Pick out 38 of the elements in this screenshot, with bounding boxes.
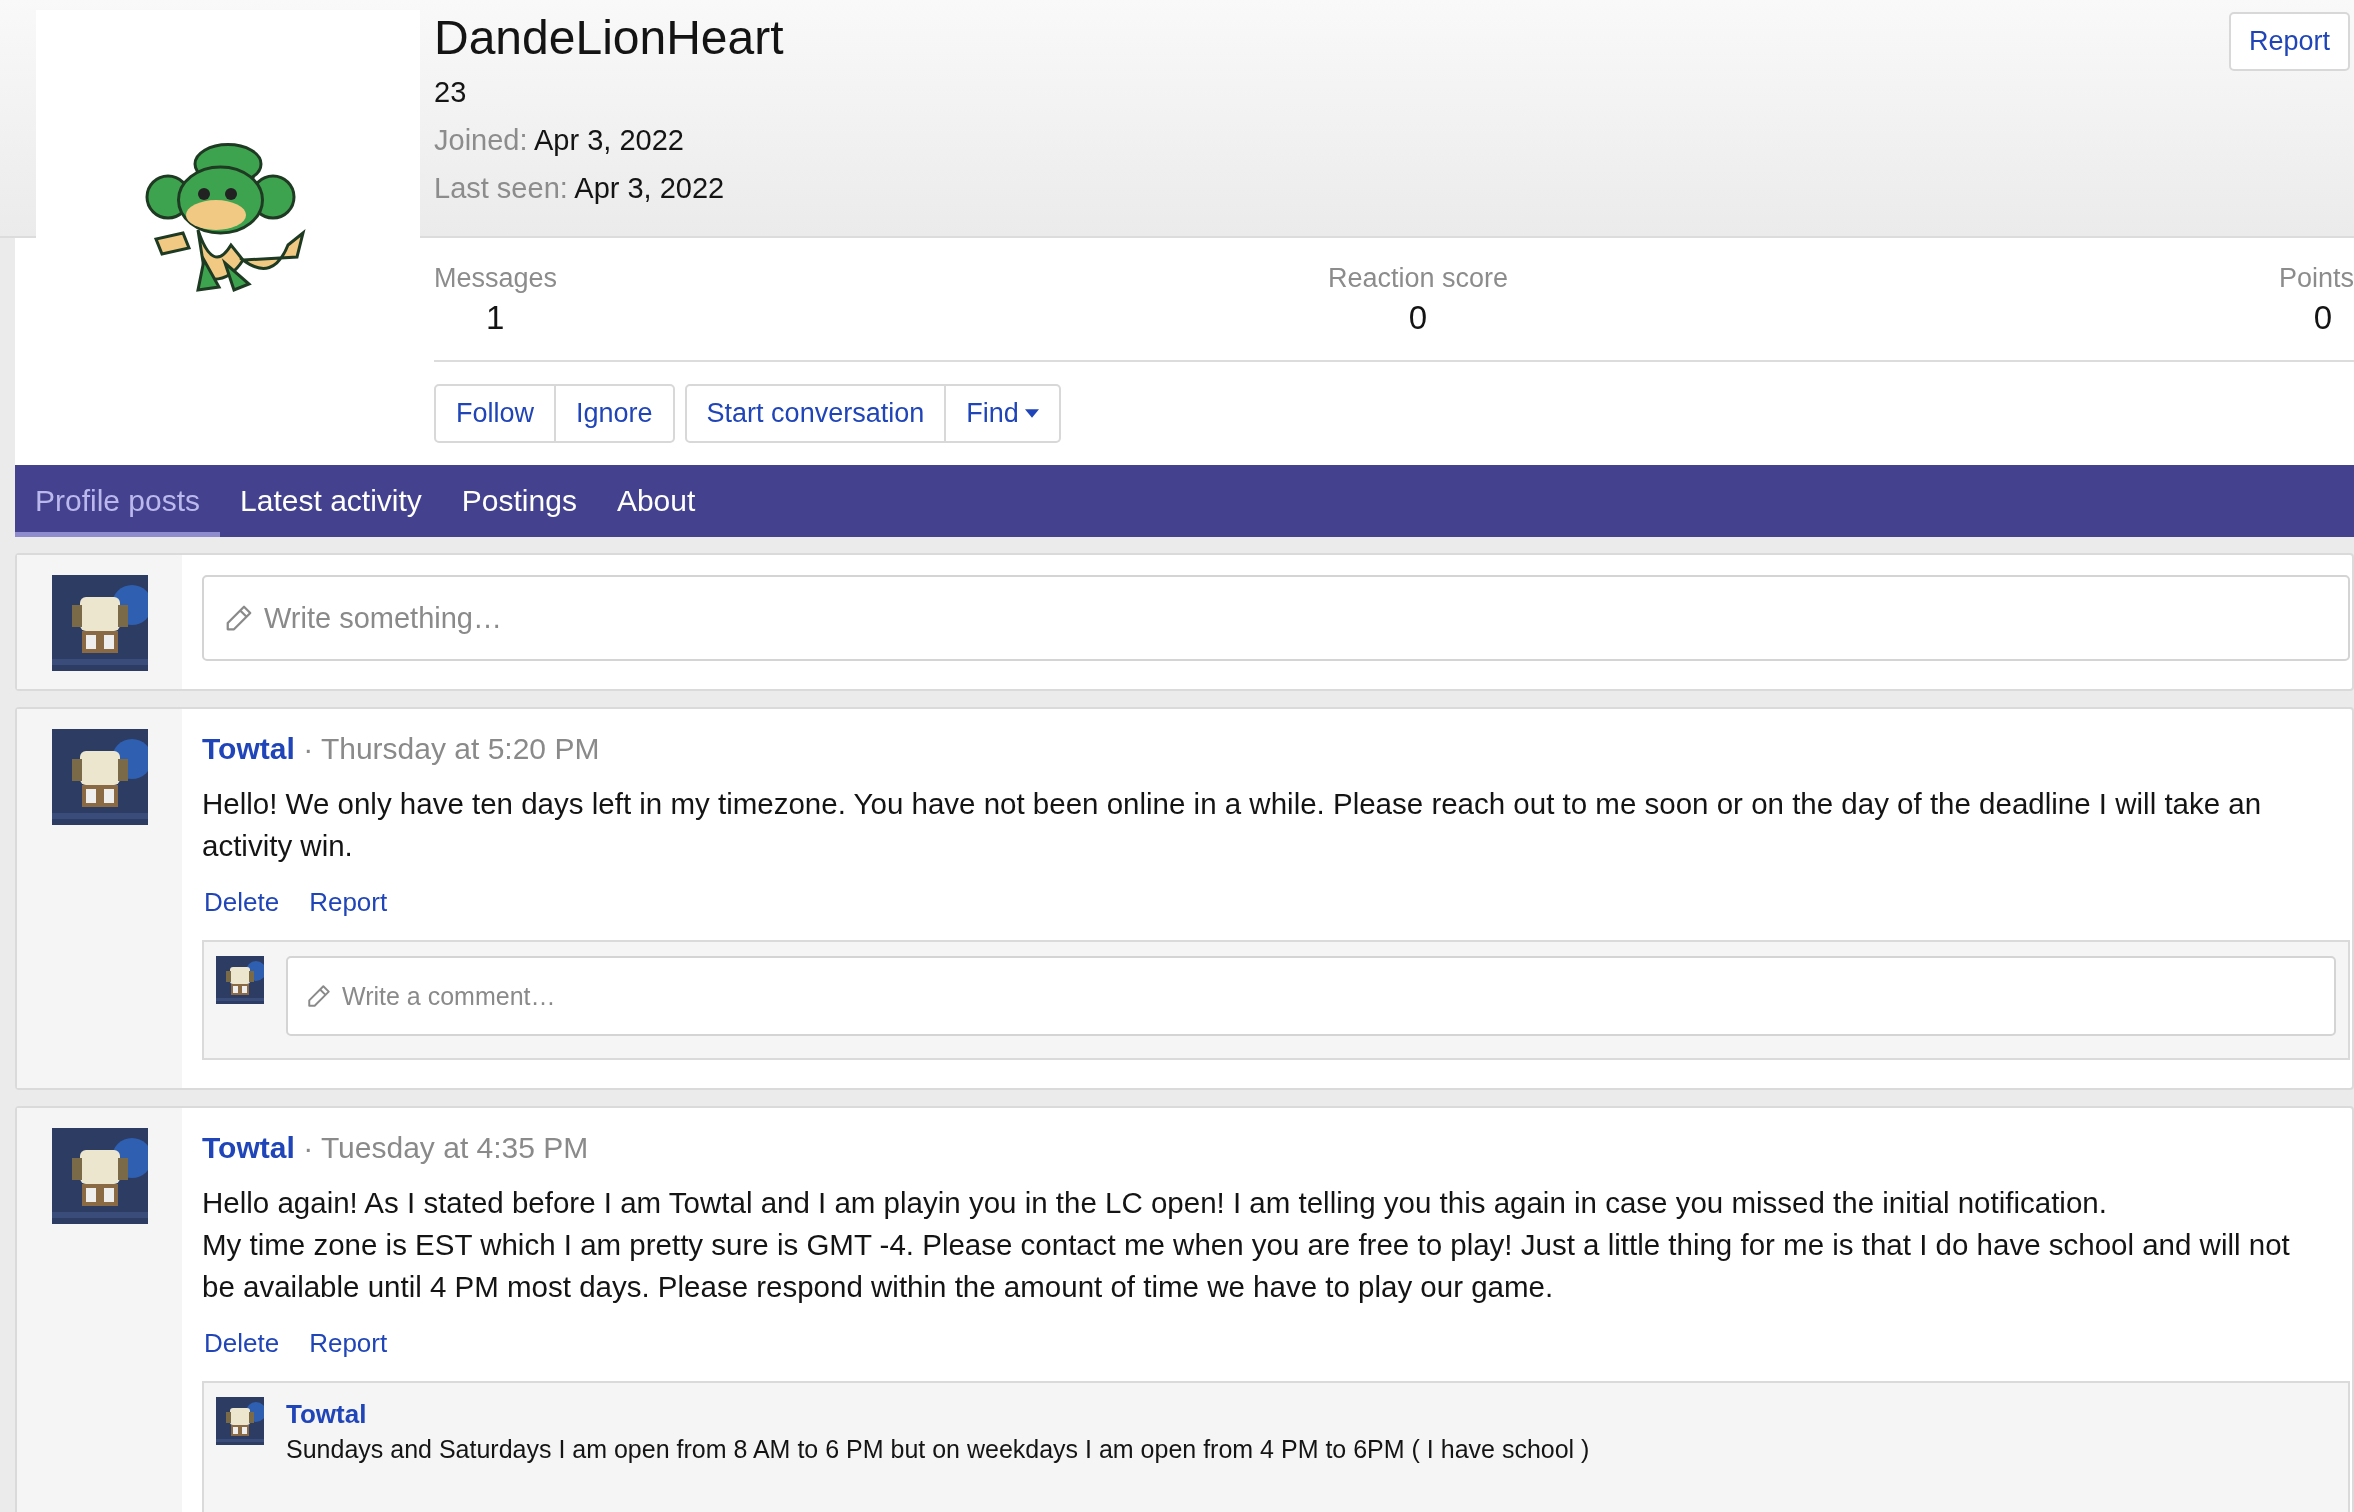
- avatar-picture: [216, 956, 264, 1004]
- post-action-link[interactable]: Report: [309, 887, 388, 918]
- post-action-link[interactable]: Report: [309, 1328, 388, 1359]
- stat-label: Reaction score: [1327, 262, 1509, 295]
- info-label: Joined:: [434, 124, 528, 156]
- action-button[interactable]: Ignore: [556, 384, 675, 443]
- author-link[interactable]: Towtal: [202, 732, 295, 765]
- profile-name: DandeLionHeart: [434, 10, 784, 66]
- user-title: 23: [434, 75, 468, 110]
- comment-text: Sundays and Saturdays I am open from 8 AM to 6 PM but on weekdays I am open from 4 PM to 6PM ( I have school ): [286, 1434, 1590, 1465]
- stat-value: 0: [2312, 298, 2333, 338]
- stat-value: 1: [485, 298, 506, 338]
- stat-label: Messages: [434, 262, 558, 295]
- profile-tab[interactable]: Latest activity: [220, 465, 442, 537]
- post-time: · Tuesday at 4:35 PM: [303, 1131, 589, 1164]
- action-button[interactable]: Follow: [434, 384, 557, 443]
- info-value: Apr 3, 2022: [534, 124, 684, 156]
- profile-tab[interactable]: Postings: [441, 465, 597, 537]
- pencil-icon: [306, 983, 332, 1009]
- avatar-picture: [216, 1397, 264, 1445]
- post-action-link[interactable]: Delete: [204, 1328, 280, 1359]
- caret-icon: [1024, 409, 1039, 418]
- info-label: Last seen:: [434, 172, 568, 204]
- profile-tab[interactable]: Profile posts: [15, 465, 221, 537]
- post-text: Hello again! As I stated before I am Towtal and I am playin you in the LC open! I am telling you this again in case you missed the initial notification. My time zone is EST which I am pretty sure is GMT -4. Please contact me when you are free to play! Just a little thing for me is that I do have school and will not be available until 4 PM most days. Please respond within the amount of time we have to play our game.: [202, 1185, 2291, 1305]
- info-value: Apr 3, 2022: [574, 172, 725, 204]
- stat-value: 0: [1407, 298, 1429, 338]
- action-button[interactable]: Start conversation: [684, 384, 947, 443]
- comment-author-link[interactable]: Towtal: [286, 1399, 367, 1429]
- post-action-link[interactable]: Delete: [204, 887, 280, 918]
- post-time: · Thursday at 5:20 PM: [303, 732, 600, 765]
- author-link[interactable]: Towtal: [202, 1131, 295, 1164]
- find-dropdown-button[interactable]: Find: [946, 384, 1061, 443]
- pencil-icon: [224, 603, 254, 633]
- report-button[interactable]: Report: [2228, 12, 2350, 71]
- post-text: Hello! We only have ten days left in my timezone. You have not been online in a while. Please reach out to me soon or on the day of the deadline I will take an activity win.: [202, 786, 2263, 864]
- stat-label: Points: [2278, 262, 2354, 295]
- profile-tab[interactable]: About: [596, 465, 716, 537]
